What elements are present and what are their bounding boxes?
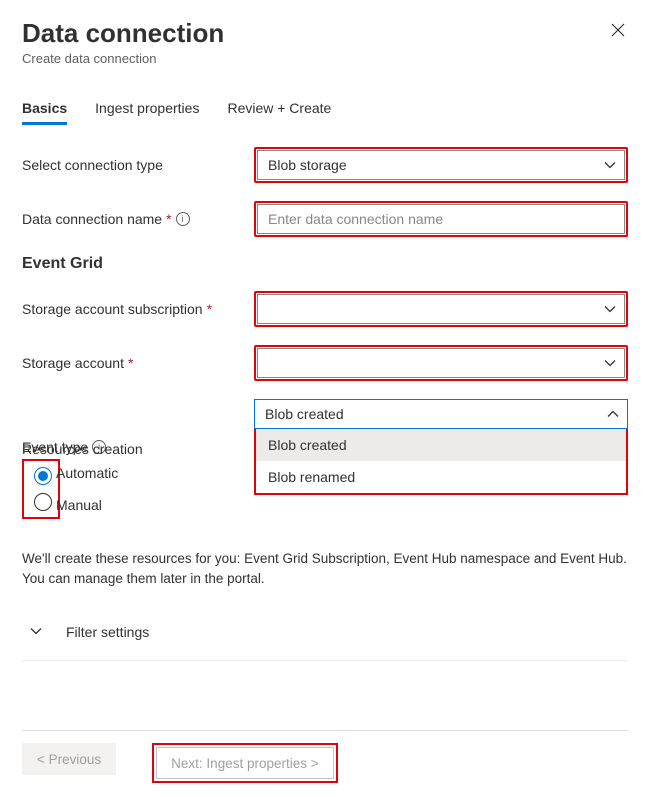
connection-type-label: Select connection type [22, 157, 254, 173]
tab-bar: Basics Ingest properties Review + Create [22, 94, 628, 125]
connection-name-label: Data connection name [22, 211, 162, 227]
chevron-up-icon [607, 408, 619, 420]
page-subtitle: Create data connection [22, 51, 224, 66]
required-mark: * [207, 301, 212, 317]
chevron-down-icon [604, 159, 616, 171]
event-type-select[interactable]: Blob created [254, 399, 628, 429]
radio-automatic[interactable] [26, 463, 56, 489]
connection-type-value: Blob storage [268, 157, 347, 173]
required-mark: * [166, 211, 171, 227]
chevron-down-icon [604, 357, 616, 369]
divider [22, 660, 628, 661]
radio-manual[interactable] [26, 489, 56, 515]
chevron-down-icon [604, 303, 616, 315]
connection-type-select[interactable]: Blob storage [257, 150, 625, 180]
tab-ingest-properties[interactable]: Ingest properties [95, 94, 199, 124]
resources-creation-label: Resources creation [22, 439, 254, 457]
storage-account-label: Storage account [22, 355, 124, 371]
storage-account-select[interactable] [257, 348, 625, 378]
section-event-grid: Event Grid [22, 255, 628, 273]
chevron-down-icon [30, 624, 42, 640]
event-type-value: Blob created [265, 406, 344, 422]
radio-icon [34, 493, 52, 511]
next-button[interactable]: Next: Ingest properties > [156, 747, 333, 779]
radio-icon [34, 467, 52, 485]
tab-review-create[interactable]: Review + Create [227, 94, 331, 124]
tab-basics[interactable]: Basics [22, 94, 67, 124]
filter-settings-label: Filter settings [66, 624, 149, 640]
subscription-label: Storage account subscription [22, 301, 203, 317]
connection-name-input[interactable]: Enter data connection name [257, 204, 625, 234]
close-icon[interactable] [608, 18, 628, 45]
required-mark: * [128, 355, 133, 371]
previous-button[interactable]: < Previous [22, 743, 116, 775]
info-icon[interactable]: i [176, 212, 190, 226]
resources-help-text: We'll create these resources for you: Ev… [22, 549, 628, 590]
radio-automatic-label: Automatic [56, 465, 118, 481]
page-title: Data connection [22, 18, 224, 49]
subscription-select[interactable] [257, 294, 625, 324]
radio-manual-label: Manual [56, 497, 102, 513]
filter-settings-expander[interactable]: Filter settings [22, 608, 628, 656]
